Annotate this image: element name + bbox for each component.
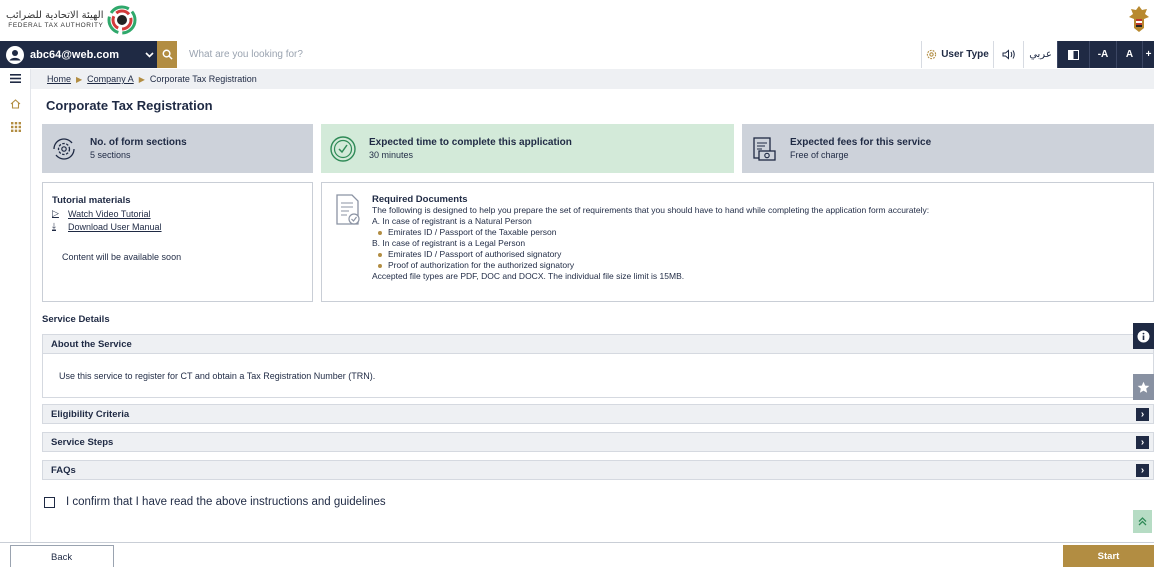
gear-cycle-icon [53, 137, 75, 160]
user-menu[interactable]: abc64@web.com [0, 41, 157, 68]
card-title: Expected fees for this service [790, 137, 932, 148]
grid-icon [10, 121, 21, 132]
breadcrumb: Home ▶ Company A ▶ Corporate Tax Registr… [31, 69, 1154, 89]
breadcrumb-separator-icon: ▶ [76, 74, 83, 84]
documents-intro: The following is designed to help you pr… [372, 205, 930, 215]
confirm-row: I confirm that I have read the above ins… [44, 496, 386, 508]
fta-logo-arabic: الهيئة الاتحادية للضرائب [6, 9, 104, 21]
read-aloud-button[interactable] [993, 41, 1023, 68]
user-type-label: User Type [941, 49, 989, 60]
list-item: Emirates ID / Passport of the Taxable pe… [372, 227, 1143, 238]
card-title: Expected time to complete this applicati… [369, 137, 572, 148]
card-value: 5 sections [90, 150, 131, 160]
contrast-icon [1068, 49, 1079, 60]
accordion-title: Service Steps [51, 436, 114, 448]
search-input[interactable] [177, 41, 921, 68]
top-navbar: abc64@web.com User Type عربي -A A + [0, 41, 1154, 68]
user-type-button[interactable]: User Type [921, 41, 993, 68]
required-documents-panel: Required Documents The following is desi… [321, 182, 1154, 302]
page-title: Corporate Tax Registration [46, 98, 213, 113]
play-icon: ▷ [52, 208, 59, 218]
confirm-checkbox[interactable] [44, 496, 55, 508]
card-title: No. of form sections [90, 137, 187, 148]
bottom-action-bar: Back Start [0, 542, 1154, 567]
documents-title: Required Documents [372, 194, 468, 205]
faqs-accordion[interactable]: FAQs › [42, 460, 1154, 480]
search-button[interactable] [157, 41, 177, 68]
list-item: Emirates ID / Passport of authorised sig… [372, 249, 1143, 260]
home-nav-button[interactable] [0, 94, 31, 113]
service-steps-accordion[interactable]: Service Steps › [42, 432, 1154, 452]
double-chevron-up-icon [1138, 517, 1147, 526]
documents-section-a: A. In case of registrant is a Natural Pe… [372, 216, 532, 226]
scroll-top-button[interactable] [1133, 510, 1152, 533]
download-icon: ⤓ [52, 221, 56, 231]
info-button[interactable] [1133, 323, 1154, 349]
user-email: abc64@web.com [30, 48, 119, 61]
breadcrumb-separator-icon: ▶ [138, 74, 145, 84]
download-manual-link[interactable]: ⤓ Download User Manual [52, 221, 303, 232]
apps-nav-button[interactable] [0, 117, 31, 136]
documents-file-note: Accepted file types are PDF, DOC and DOC… [372, 271, 685, 281]
hamburger-icon [10, 74, 21, 83]
language-toggle[interactable]: عربي [1023, 41, 1057, 68]
user-avatar-icon [6, 45, 24, 64]
documents-section-b: B. In case of registrant is a Legal Pers… [372, 238, 526, 248]
back-button[interactable]: Back [10, 545, 114, 567]
chevron-down-icon[interactable] [141, 49, 157, 61]
menu-button[interactable] [0, 69, 31, 88]
eligibility-accordion[interactable]: Eligibility Criteria › [42, 404, 1154, 424]
fta-logo[interactable]: الهيئة الاتحادية للضرائب FEDERAL TAX AUT… [6, 5, 137, 35]
about-service-accordion[interactable]: About the Service [42, 334, 1154, 354]
star-icon [1137, 381, 1150, 393]
side-rail [0, 69, 31, 567]
favorite-button[interactable] [1133, 374, 1154, 400]
clock-check-icon [330, 135, 356, 162]
list-item: Proof of authorization for the authorize… [372, 260, 1143, 271]
start-button[interactable]: Start [1063, 545, 1154, 567]
accordion-title: Eligibility Criteria [51, 408, 130, 420]
font-decrease-button[interactable]: -A [1089, 41, 1116, 68]
service-details-heading: Service Details [42, 314, 110, 325]
info-icon [1137, 330, 1150, 342]
font-reset-button[interactable]: A [1116, 41, 1142, 68]
logo-bar: الهيئة الاتحادية للضرائب FEDERAL TAX AUT… [0, 0, 1154, 40]
search-icon [162, 49, 173, 60]
tutorial-title: Tutorial materials [52, 195, 131, 206]
tutorial-materials-panel: Tutorial materials ▷ Watch Video Tutoria… [42, 182, 313, 302]
card-value: Free of charge [790, 150, 849, 160]
document-check-icon [336, 194, 360, 225]
invoice-money-icon [753, 136, 776, 161]
chevron-right-icon[interactable]: › [1136, 436, 1149, 449]
watch-video-link[interactable]: ▷ Watch Video Tutorial [52, 208, 303, 219]
accordion-title: FAQs [51, 464, 76, 476]
gear-icon [927, 49, 937, 60]
expected-time-card: Expected time to complete this applicati… [321, 124, 734, 173]
breadcrumb-current: Corporate Tax Registration [149, 74, 257, 84]
about-service-text: Use this service to register for CT and … [59, 371, 376, 381]
expected-fees-card: Expected fees for this service Free of c… [742, 124, 1154, 173]
chevron-right-icon[interactable]: › [1136, 408, 1149, 421]
tutorial-soon-text: Content will be available soon [62, 252, 182, 262]
font-increase-button[interactable]: + [1142, 41, 1154, 68]
breadcrumb-company[interactable]: Company A [87, 74, 134, 84]
uae-emblem-icon [1129, 6, 1149, 32]
breadcrumb-home[interactable]: Home [47, 74, 71, 84]
confirm-label[interactable]: I confirm that I have read the above ins… [66, 496, 386, 508]
home-icon [10, 98, 21, 109]
about-service-content: Use this service to register for CT and … [42, 354, 1154, 398]
fta-logo-english: FEDERAL TAX AUTHORITY [8, 21, 104, 29]
form-sections-card: No. of form sections 5 sections [42, 124, 313, 173]
accordion-title: About the Service [51, 338, 132, 350]
speaker-icon [1002, 49, 1015, 60]
card-value: 30 minutes [369, 150, 414, 160]
chevron-right-icon[interactable]: › [1136, 464, 1149, 477]
contrast-toggle[interactable] [1057, 41, 1089, 68]
fta-logo-mark-icon [107, 5, 137, 35]
